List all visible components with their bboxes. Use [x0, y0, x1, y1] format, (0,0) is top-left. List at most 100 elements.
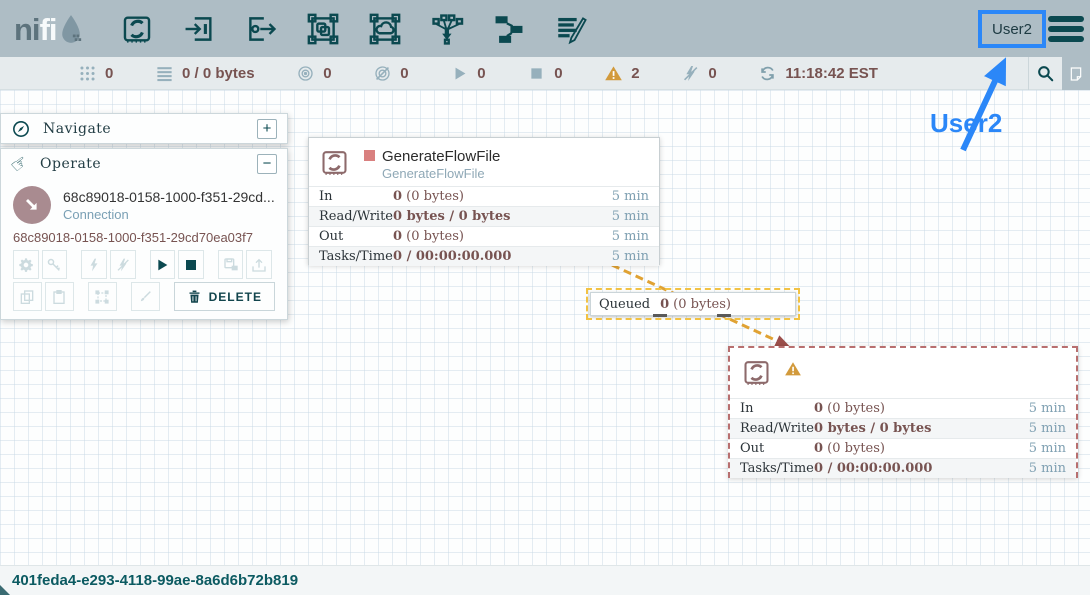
disable-button[interactable]	[110, 250, 136, 279]
operate-buttons-row-1	[1, 247, 287, 279]
navigate-expand-button[interactable]: +	[257, 119, 277, 139]
policies-button[interactable]	[42, 250, 68, 279]
refresh-status[interactable]: 11:18:42 EST	[758, 64, 878, 83]
refresh-time: 11:18:42 EST	[785, 65, 878, 82]
group-button[interactable]	[88, 282, 117, 311]
remote-process-group-icon[interactable]	[367, 10, 404, 47]
app-header: nifi	[0, 0, 1090, 57]
flow-canvas[interactable]: Navigate + ☞ Operate − 68c89018-0158-100…	[0, 90, 1090, 565]
queued-list-icon	[155, 64, 174, 83]
queued-count-value: 0	[660, 297, 669, 312]
label-icon[interactable]	[553, 10, 590, 47]
search-button[interactable]	[1028, 57, 1062, 90]
selected-component: 68c89018-0158-1000-f351-29cd... Connecti…	[1, 179, 287, 226]
current-user-label: User2	[992, 21, 1032, 38]
stat-row-readwrite: Read/Write 0 bytes / 0 bytes 5 min	[309, 206, 659, 226]
running-count: 0	[477, 65, 485, 82]
active-threads-status: 0	[78, 64, 113, 83]
nifi-droplet-icon	[59, 13, 83, 45]
stop-button[interactable]	[178, 250, 204, 279]
upload-template-button[interactable]	[246, 250, 272, 279]
note-page-icon	[1068, 66, 1084, 82]
save-template-button[interactable]	[218, 250, 244, 279]
lightning-icon	[86, 257, 102, 273]
selection-name: 68c89018-0158-1000-f351-29cd...	[63, 189, 275, 205]
operate-panel: ☞ Operate − 68c89018-0158-1000-f351-29cd…	[0, 148, 288, 320]
delete-button[interactable]: DELETE	[174, 282, 275, 311]
queued-label: Queued	[599, 297, 650, 312]
processor-type: GenerateFlowFile	[382, 166, 485, 181]
connection-type-icon	[13, 186, 51, 224]
nifi-app: nifi	[0, 0, 1090, 595]
global-menu-icon[interactable]	[1048, 16, 1084, 46]
not-transmitting-icon	[373, 64, 392, 83]
selection-type: Connection	[63, 207, 275, 222]
invalid-status: 2	[604, 64, 639, 83]
operate-buttons-row-2: DELETE	[1, 279, 287, 311]
save-template-icon	[223, 257, 239, 273]
disabled-icon	[681, 64, 700, 83]
stopped-state-indicator	[364, 150, 375, 161]
search-icon	[1036, 64, 1055, 83]
stat-row-out: Out 0 (0 bytes) 5 min	[730, 438, 1076, 458]
processor-copy-selected[interactable]: In 0 (0 bytes) 5 min Read/Write 0 bytes …	[728, 346, 1078, 478]
trash-icon	[187, 289, 202, 304]
refresh-icon	[758, 64, 777, 83]
gear-icon	[18, 257, 34, 273]
processor-name: GenerateFlowFile	[382, 148, 500, 165]
settings-button[interactable]	[13, 250, 39, 279]
copy-icon	[19, 289, 35, 305]
component-toolbar	[119, 10, 590, 47]
nifi-logo: nifi	[0, 13, 93, 45]
processor-glyph-icon	[319, 147, 350, 183]
navigate-title: Navigate	[43, 121, 257, 137]
input-port-icon[interactable]	[181, 10, 218, 47]
stat-row-out: Out 0 (0 bytes) 5 min	[309, 226, 659, 246]
enable-button[interactable]	[81, 250, 107, 279]
navigate-panel: Navigate +	[0, 113, 288, 144]
annotation-user2-text: User2	[930, 108, 1002, 139]
stopped-icon	[527, 64, 546, 83]
stopped-count: 0	[554, 65, 562, 82]
transmitting-icon	[296, 64, 315, 83]
current-user-button[interactable]: User2	[978, 10, 1046, 48]
funnel-icon[interactable]	[429, 10, 466, 47]
selection-handle	[717, 314, 731, 317]
logo-text-fi: fi	[40, 14, 57, 45]
queued-bytes-value: (0 bytes)	[673, 297, 731, 312]
warning-icon	[604, 64, 623, 83]
stopped-status: 0	[527, 64, 562, 83]
stat-row-tasks: Tasks/Time 0 / 00:00:00.000 5 min	[730, 458, 1076, 478]
stat-row-readwrite: Read/Write 0 bytes / 0 bytes 5 min	[730, 418, 1076, 438]
bulletin-button[interactable]	[1062, 57, 1090, 90]
processor-generateflowfile[interactable]: GenerateFlowFile GenerateFlowFile In 0 (…	[308, 137, 660, 265]
footer-bar: 401feda4-e293-4118-99ae-8a6d6b72b819	[0, 565, 1090, 595]
brush-icon	[137, 289, 153, 305]
delete-label: DELETE	[209, 290, 262, 304]
color-button[interactable]	[131, 282, 160, 311]
threads-icon	[78, 64, 97, 83]
hand-pointer-icon: ☞	[6, 150, 33, 178]
queued-count: 0 / 0 bytes	[182, 65, 255, 82]
running-status: 0	[450, 64, 485, 83]
lightning-crossed-icon	[115, 257, 131, 273]
processor-icon[interactable]	[119, 10, 156, 47]
template-icon[interactable]	[491, 10, 528, 47]
copy-button[interactable]	[13, 282, 42, 311]
paste-icon	[51, 289, 67, 305]
paste-button[interactable]	[45, 282, 74, 311]
process-group-icon[interactable]	[305, 10, 342, 47]
output-port-icon[interactable]	[243, 10, 280, 47]
play-icon	[154, 257, 170, 273]
flow-status-bar: 0 0 / 0 bytes 0 0 0	[0, 57, 1090, 90]
invalid-warning-icon	[784, 360, 802, 383]
operate-collapse-button[interactable]: −	[257, 154, 277, 174]
disabled-count: 0	[708, 65, 716, 82]
connection-queued-label[interactable]: Queued 0 (0 bytes)	[590, 292, 796, 316]
not-transmitting-count: 0	[400, 65, 408, 82]
stop-icon	[183, 257, 199, 273]
active-threads-count: 0	[105, 65, 113, 82]
start-button[interactable]	[150, 250, 176, 279]
stat-row-in: In 0 (0 bytes) 5 min	[309, 186, 659, 206]
transmitting-status: 0	[296, 64, 331, 83]
